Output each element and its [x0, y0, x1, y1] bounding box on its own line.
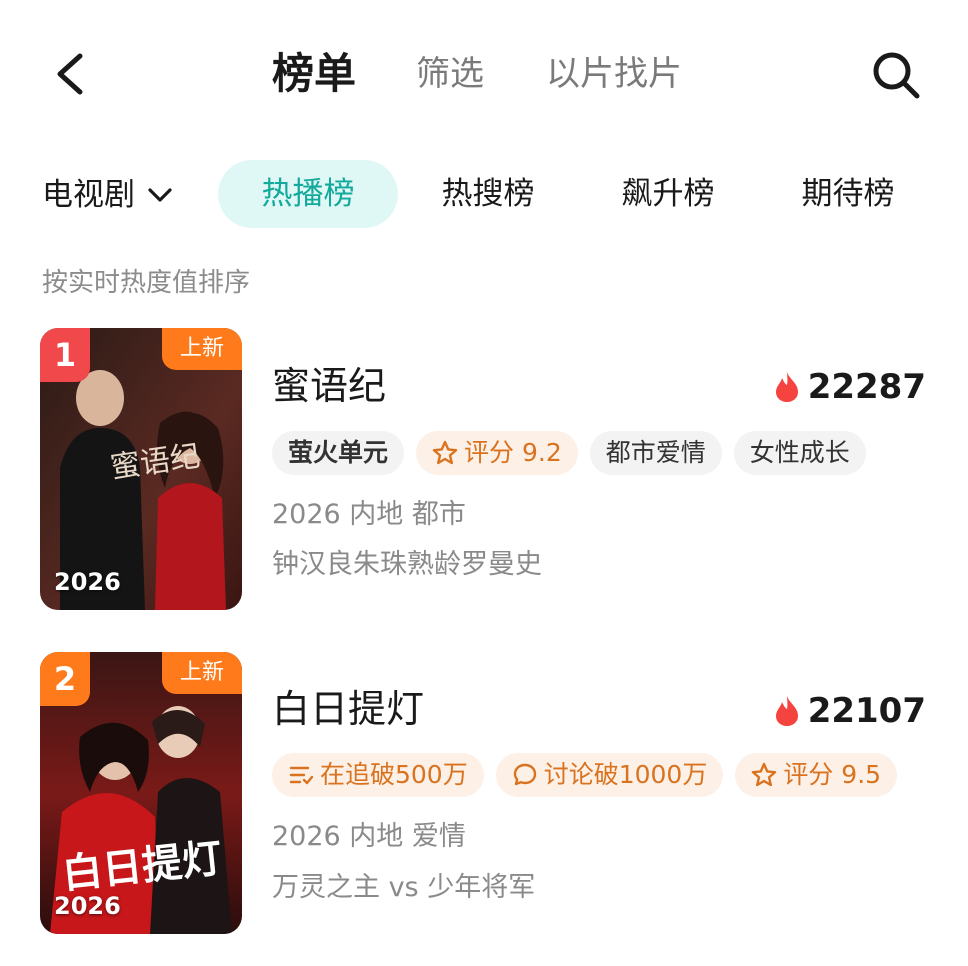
poster-year: 2026 — [54, 892, 121, 920]
tab-anticipated[interactable]: 期待榜 — [778, 160, 918, 228]
star-icon — [752, 762, 777, 787]
tab-find-by-film[interactable]: 以片找片 — [546, 52, 682, 96]
rank-badge: 2 — [40, 652, 90, 706]
platform-tag: 萤火单元 — [272, 431, 405, 475]
category-label: 电视剧 — [42, 177, 135, 213]
category-dropdown[interactable]: 电视剧 — [42, 170, 173, 220]
new-badge: 上新 — [162, 652, 242, 694]
genre-label: 都市爱情 — [605, 438, 706, 467]
followers-tag: 在追破500万 — [272, 753, 484, 797]
platform-label: 萤火单元 — [288, 438, 389, 467]
heat-value: 22287 — [807, 367, 926, 407]
tag-row: 在追破500万 讨论破1000万 评分 9.5 — [272, 753, 898, 797]
tab-hot-search[interactable]: 热搜榜 — [418, 160, 558, 228]
discussion-tag: 讨论破1000万 — [495, 753, 724, 797]
rating-label: 评分 9.5 — [783, 760, 882, 789]
rank-badge: 1 — [40, 328, 90, 382]
tab-hot-play[interactable]: 热播榜 — [218, 160, 398, 228]
poster-year: 2026 — [54, 568, 121, 596]
poster-item-1[interactable]: 蜜语纪 1 上新 2026 — [40, 328, 242, 610]
item-desc: 钟汉良朱珠熟龄罗曼史 — [272, 549, 542, 580]
item-meta: 2026 内地 爱情 — [272, 821, 466, 852]
list-icon — [289, 766, 314, 785]
heat-score: 22107 — [774, 686, 926, 736]
genre-label: 女性成长 — [749, 438, 850, 467]
rating-tag: 评分 9.5 — [735, 753, 898, 797]
sort-hint: 按实时热度值排序 — [42, 268, 251, 298]
item-desc: 万灵之主 vs 少年将军 — [272, 872, 536, 903]
back-arrow-icon[interactable] — [52, 52, 92, 96]
genre-tag: 女性成长 — [733, 431, 866, 475]
item-title[interactable]: 白日提灯 — [272, 683, 424, 735]
tab-rising[interactable]: 飙升榜 — [598, 160, 738, 228]
genre-tag: 都市爱情 — [589, 431, 722, 475]
rating-label: 评分 9.2 — [464, 438, 562, 467]
tab-ranking[interactable]: 榜单 — [272, 48, 356, 100]
heat-value: 22107 — [807, 691, 926, 731]
rating-tag: 评分 9.2 — [416, 431, 578, 475]
flame-icon — [775, 696, 798, 726]
tag-row: 萤火单元 评分 9.2 都市爱情 女性成长 — [272, 431, 866, 475]
item-meta: 2026 内地 都市 — [272, 499, 466, 530]
new-badge: 上新 — [162, 328, 242, 370]
heat-score: 22287 — [774, 362, 926, 412]
flame-icon — [775, 372, 798, 402]
star-icon — [432, 440, 458, 465]
discussion-label: 讨论破1000万 — [543, 760, 708, 789]
tab-filter[interactable]: 筛选 — [416, 52, 484, 96]
item-title[interactable]: 蜜语纪 — [272, 360, 386, 412]
search-icon[interactable] — [870, 50, 922, 100]
followers-label: 在追破500万 — [320, 760, 468, 789]
chevron-down-icon — [148, 188, 172, 202]
poster-item-2[interactable]: 白日提灯 2 上新 2026 — [40, 652, 242, 934]
comment-icon — [513, 763, 536, 786]
